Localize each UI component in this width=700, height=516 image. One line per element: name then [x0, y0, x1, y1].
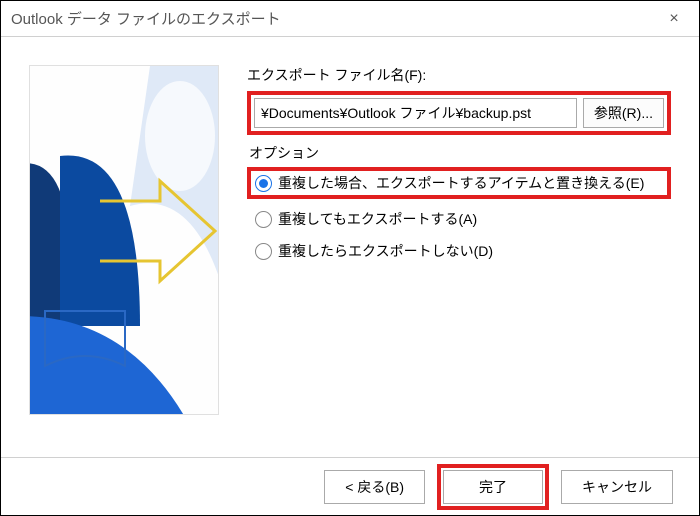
cancel-button[interactable]: キャンセル	[561, 470, 673, 504]
finish-highlight: 完了	[437, 464, 549, 510]
radio-icon	[255, 211, 272, 228]
option-label: 重複した場合、エクスポートするアイテムと置き換える(E)	[278, 173, 644, 193]
back-button[interactable]: < 戻る(B)	[324, 470, 425, 504]
option-label: 重複したらエクスポートしない(D)	[278, 241, 493, 261]
footer: < 戻る(B) 完了 キャンセル	[1, 457, 699, 515]
window-title: Outlook データ ファイルのエクスポート	[11, 8, 659, 29]
dialog-outlook-export: Outlook データ ファイルのエクスポート × エクスポート ファイル名(F…	[0, 0, 700, 516]
close-icon[interactable]: ×	[659, 4, 689, 34]
option-label: 重複してもエクスポートする(A)	[278, 209, 477, 229]
file-name-label: エクスポート ファイル名(F):	[247, 65, 671, 85]
options-group-label: オプション	[247, 143, 671, 163]
option-skip-duplicates[interactable]: 重複したらエクスポートしない(D)	[247, 235, 671, 267]
content: エクスポート ファイル名(F): ¥Documents¥Outlook ファイル…	[1, 37, 699, 457]
browse-button[interactable]: 参照(R)...	[583, 98, 664, 128]
option-replace[interactable]: 重複した場合、エクスポートするアイテムと置き換える(E)	[247, 167, 671, 199]
file-path-input[interactable]: ¥Documents¥Outlook ファイル¥backup.pst	[254, 98, 577, 128]
radio-icon	[255, 175, 272, 192]
titlebar: Outlook データ ファイルのエクスポート ×	[1, 1, 699, 37]
wizard-image	[29, 65, 219, 415]
file-row-highlight: ¥Documents¥Outlook ファイル¥backup.pst 参照(R)…	[247, 91, 671, 135]
finish-button[interactable]: 完了	[443, 470, 543, 504]
radio-icon	[255, 243, 272, 260]
right-panel: エクスポート ファイル名(F): ¥Documents¥Outlook ファイル…	[247, 65, 671, 457]
option-allow-duplicates[interactable]: 重複してもエクスポートする(A)	[247, 203, 671, 235]
